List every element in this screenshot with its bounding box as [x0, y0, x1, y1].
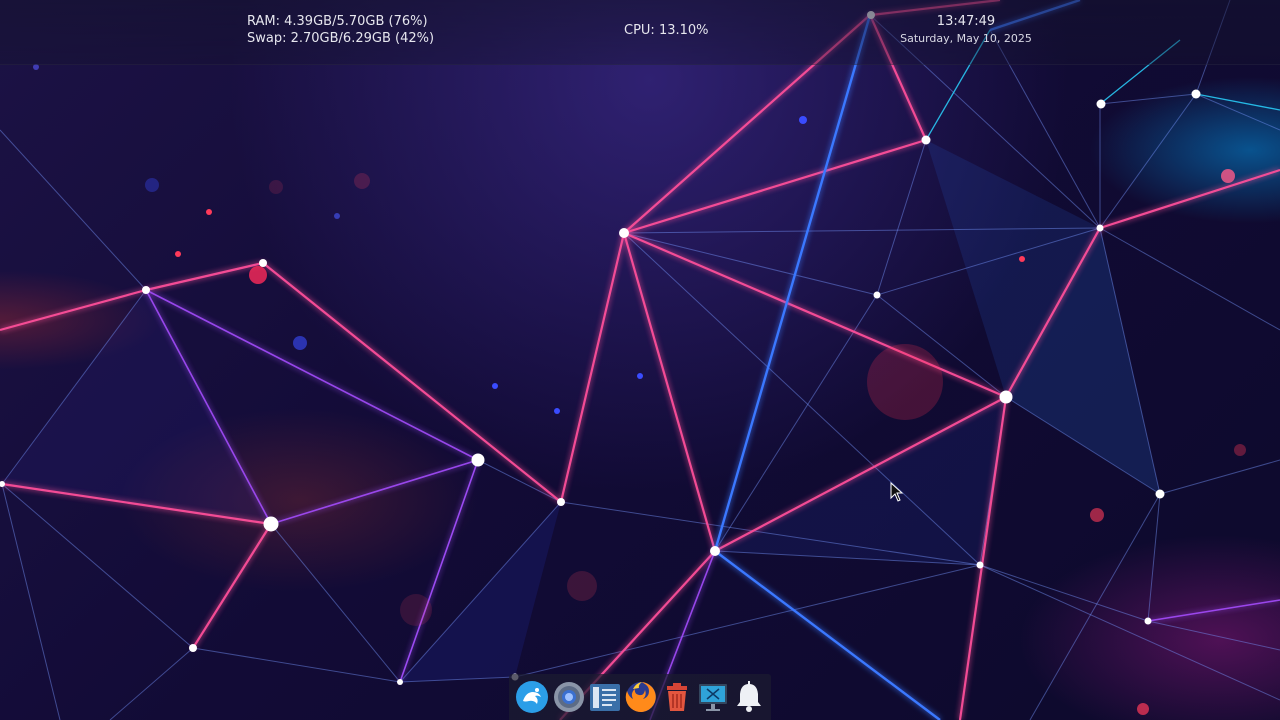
- app-launcher-icon[interactable]: [514, 679, 550, 715]
- notifications-bell-icon[interactable]: [731, 679, 767, 715]
- swap-usage: Swap: 2.70GB/6.29GB (42%): [247, 31, 435, 46]
- cpu-usage: CPU: 13.10%: [624, 23, 709, 38]
- top-info-panel: RAM: 4.39GB/5.70GB (76%) Swap: 2.70GB/6.…: [0, 0, 1280, 65]
- ram-usage: RAM: 4.39GB/5.70GB (76%): [247, 14, 428, 29]
- dock: [509, 674, 771, 720]
- web-browser-icon[interactable]: [551, 679, 587, 715]
- desktop[interactable]: RAM: 4.39GB/5.70GB (76%) Swap: 2.70GB/6.…: [0, 0, 1280, 720]
- clock-time: 13:47:49: [936, 14, 996, 29]
- memory-monitor: RAM: 4.39GB/5.70GB (76%) Swap: 2.70GB/6.…: [247, 13, 434, 47]
- mouse-cursor-icon: [890, 482, 904, 502]
- clock-date: Saturday, May 10, 2025: [900, 32, 1032, 45]
- firefox-icon[interactable]: [623, 679, 659, 715]
- file-manager-icon[interactable]: [587, 679, 623, 715]
- display-settings-icon[interactable]: [695, 679, 731, 715]
- trash-icon[interactable]: [659, 679, 695, 715]
- wallpaper: [0, 0, 1280, 720]
